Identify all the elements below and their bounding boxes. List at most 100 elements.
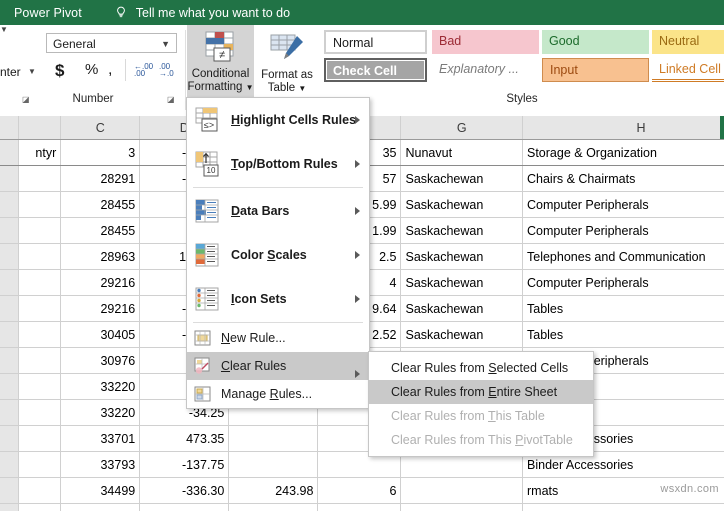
grid-cell[interactable]: Saskachewan [400,321,523,348]
row-header-cell[interactable] [0,295,19,322]
grid-cell[interactable]: 29216 [60,295,141,322]
grid-cell[interactable] [18,425,62,452]
cell-style-normal[interactable]: Normal [324,30,427,54]
grid-cell[interactable] [18,165,62,192]
grid-cell[interactable] [18,321,62,348]
decrease-decimal-button[interactable]: .00 →.0 [159,63,174,78]
grid-cell[interactable]: 6 [317,477,402,504]
grid-cell[interactable]: 35040 [60,503,141,511]
grid-cell[interactable]: 30405 [60,321,141,348]
grid-cell[interactable] [18,373,62,400]
grid-cell[interactable]: 10.9 [228,503,319,511]
cell-style-linked-cell[interactable]: Linked Cell [652,58,724,82]
column-header-g[interactable]: G [400,116,523,140]
cell-style-input[interactable]: Input [542,58,649,82]
grid-cell[interactable]: Nunavut [400,139,523,166]
grid-cell[interactable]: ntyr [18,139,62,166]
menu-item-new-rule[interactable]: New Rule... [187,324,369,352]
grid-cell[interactable]: Computer Peripherals [522,191,724,218]
cell-style-explanatory[interactable]: Explanatory ... [432,58,539,82]
grid-cell[interactable]: Saskachewan [400,217,523,244]
cell-style-good[interactable]: Good [542,30,649,54]
grid-cell[interactable] [18,503,62,511]
number-format-dropdown[interactable]: General ▼ [46,33,177,53]
grid-cell[interactable] [18,347,62,374]
grid-cell[interactable] [18,451,62,478]
submenu-item-clear-selected-cells[interactable]: Clear Rules from Selected Cells [369,356,593,380]
grid-cell[interactable]: ganization [522,503,724,511]
cell-style-bad[interactable]: Bad [432,30,539,54]
increase-decimal-button[interactable]: ←.00 .00 [134,63,153,78]
grid-cell[interactable] [18,399,62,426]
grid-cell[interactable]: 30976 [60,347,141,374]
grid-cell[interactable]: Saskachewan [400,269,523,296]
grid-cell[interactable]: 34499 [60,477,141,504]
grid-cell[interactable]: Chairs & Chairmats [522,165,724,192]
grid-cell[interactable]: 3 [60,139,141,166]
grid-cell[interactable]: 28455 [60,191,141,218]
cell-style-neutral[interactable]: Neutral [652,30,724,54]
align-center-label[interactable]: nter [0,65,21,79]
column-header-corner[interactable] [0,116,19,140]
row-header-cell[interactable] [0,347,19,374]
row-header-cell[interactable] [0,425,19,452]
grid-cell[interactable]: -336.30 [139,477,230,504]
percent-style-button[interactable]: % [85,61,98,78]
grid-cell[interactable]: Tables [522,295,724,322]
grid-cell[interactable]: Storage & Organization [522,139,724,166]
chevron-down-icon[interactable]: ▼ [28,67,36,76]
grid-cell[interactable]: Computer Peripherals [522,269,724,296]
column-header-h[interactable]: H [522,116,724,140]
grid-cell[interactable] [228,451,319,478]
row-header-cell[interactable] [0,503,19,511]
tell-me-box[interactable]: Tell me what you want to do [114,6,290,20]
conditional-formatting-menu[interactable]: ≤> Highlight Cells Rules 10 Top/Bottom R… [186,97,370,409]
grid-cell[interactable] [317,503,402,511]
grid-cell[interactable] [400,477,523,504]
grid-cell[interactable] [18,217,62,244]
row-header-cell[interactable] [0,243,19,270]
dialog-launcher-icon[interactable]: ◪ [22,95,30,104]
grid-cell[interactable] [18,191,62,218]
grid-cell[interactable]: 33220 [60,373,141,400]
comma-style-button[interactable]: , [108,61,112,79]
dialog-launcher-icon[interactable]: ◪ [167,95,175,104]
row-header-cell[interactable] [0,191,19,218]
row-header-cell[interactable] [0,165,19,192]
row-header-cell[interactable] [0,269,19,296]
grid-cell[interactable]: 33701 [60,425,141,452]
grid-cell[interactable] [228,425,319,452]
cell-style-check-cell[interactable]: Check Cell [324,58,427,82]
table-row[interactable]: 34499 -336.30 243.98 6 rmats [0,477,724,504]
row-header-cell[interactable] [0,321,19,348]
grid-cell[interactable]: Computer Peripherals [522,217,724,244]
menu-item-data-bars[interactable]: Data Bars [187,189,369,233]
grid-cell[interactable]: 28455 [60,217,141,244]
row-header-cell[interactable] [0,139,19,166]
grid-cell[interactable]: 28963 [60,243,141,270]
row-header-cell[interactable] [0,217,19,244]
menu-item-clear-rules[interactable]: Clear Rules [187,352,369,380]
grid-cell[interactable] [400,503,523,511]
grid-cell[interactable]: Saskachewan [400,191,523,218]
grid-cell[interactable]: Saskachewan [400,165,523,192]
tab-power-pivot[interactable]: Power Pivot [14,6,82,20]
row-header-cell[interactable] [0,399,19,426]
row-header-cell[interactable] [0,477,19,504]
grid-cell[interactable]: -137.75 [139,451,230,478]
grid-cell[interactable]: 243.98 [228,477,319,504]
row-header-cell[interactable] [0,451,19,478]
grid-cell[interactable]: 29216 [60,269,141,296]
grid-cell[interactable]: Tables [522,321,724,348]
column-header-b[interactable] [18,116,62,140]
grid-cell[interactable] [18,269,62,296]
currency-format-button[interactable]: $ [55,61,64,81]
table-row[interactable]: 33793 -137.75 Binder Accessories [0,451,724,478]
grid-cell[interactable]: Saskachewan [400,243,523,270]
menu-item-icon-sets[interactable]: Icon Sets [187,277,369,321]
row-header-cell[interactable] [0,373,19,400]
clear-rules-submenu[interactable]: Clear Rules from Selected Cells Clear Ru… [368,351,594,457]
grid-cell[interactable]: Telephones and Communication [522,243,724,270]
submenu-item-clear-entire-sheet[interactable]: Clear Rules from Entire Sheet [369,380,593,404]
grid-cell[interactable]: 33220 [60,399,141,426]
